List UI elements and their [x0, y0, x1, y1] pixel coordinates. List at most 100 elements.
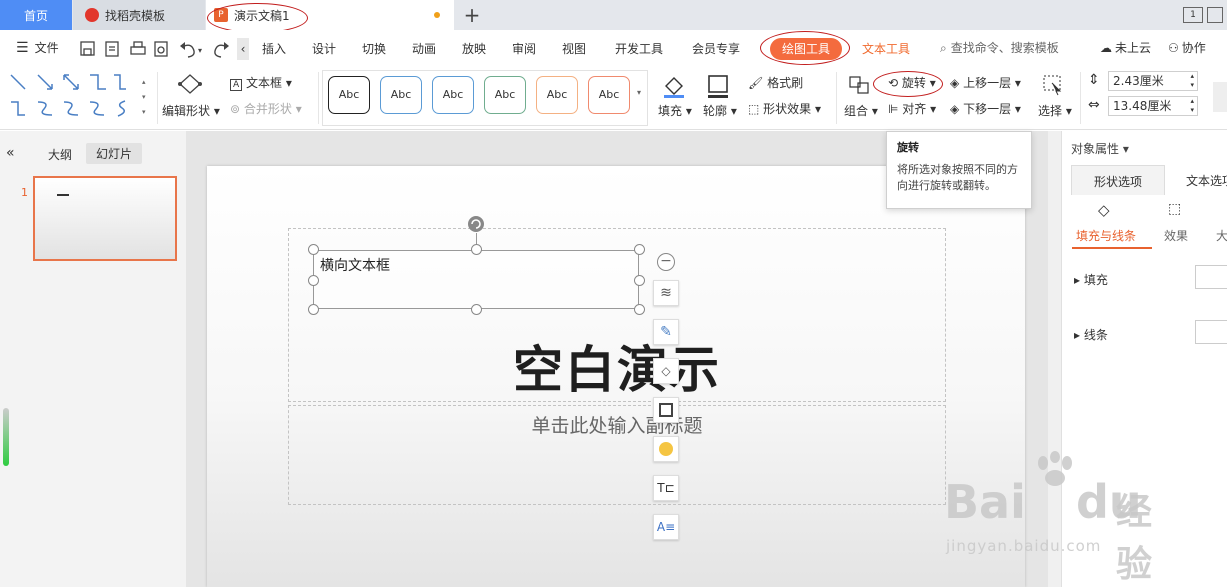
float-brush-button[interactable]: ✎	[653, 319, 679, 345]
textbox-button[interactable]: A 文本框 ▾	[230, 74, 292, 91]
resize-handle-left[interactable]	[308, 275, 319, 286]
zoom-level-bar[interactable]	[3, 408, 9, 466]
style-gallery-more-button[interactable]: ▾	[637, 88, 641, 97]
float-idea-button[interactable]	[653, 436, 679, 462]
shape-style-4[interactable]: Abc	[484, 76, 526, 114]
elbow-connector-icon	[90, 74, 106, 90]
menu-scroll-left-button[interactable]: ‹	[237, 38, 249, 60]
send-backward-icon: ◈	[950, 102, 960, 116]
menu-review[interactable]: 审阅	[512, 30, 536, 66]
select-button[interactable]: 选择 ▾	[1038, 102, 1072, 119]
resize-handle-top[interactable]	[471, 244, 482, 255]
menu-bar: ☰ 文件 ▾ ‹ 插入 设计 切换 动画 放映 审阅 视图 开发工具 会员专享 …	[0, 30, 1227, 66]
resize-handle-bottom[interactable]	[471, 304, 482, 315]
quick-access-toolbar: ▾	[80, 41, 229, 58]
width-icon: ⇔	[1088, 97, 1100, 113]
line-dropdown[interactable]	[1195, 320, 1227, 344]
window-count-icon[interactable]	[1207, 7, 1223, 23]
tab-slides[interactable]: 幻灯片	[86, 143, 143, 164]
shape-width-input[interactable]: 13.48厘米 ▴ ▾	[1108, 96, 1198, 116]
fill-section[interactable]: ▸ 填充	[1074, 271, 1108, 288]
tab-home[interactable]: 首页	[0, 0, 72, 30]
line-section[interactable]: ▸ 线条	[1074, 326, 1108, 343]
menu-developer[interactable]: 开发工具	[615, 30, 663, 66]
collapse-float-toolbar-button[interactable]: −	[657, 253, 675, 271]
line-icon	[10, 74, 26, 90]
tab-shape-options[interactable]: 形状选项	[1071, 165, 1165, 195]
float-outline-button[interactable]	[653, 397, 679, 423]
resize-handle-bottom-left[interactable]	[308, 304, 319, 315]
text-style-icon: A≡	[656, 520, 676, 534]
redo-icon	[214, 44, 226, 58]
tab-outline[interactable]: 大纲	[48, 146, 72, 163]
outline-button[interactable]: 轮廓 ▾	[703, 102, 737, 119]
slide-subtitle[interactable]: 单击此处输入副标题	[288, 411, 946, 438]
new-tab-button[interactable]: +	[460, 0, 484, 30]
edit-shape-label: 编辑形状	[162, 104, 211, 118]
file-menu[interactable]: ☰ 文件	[16, 30, 59, 66]
layers-button[interactable]: ≋	[653, 280, 679, 306]
subtab-effect[interactable]: 效果	[1164, 227, 1188, 244]
menu-slideshow[interactable]: 放映	[462, 30, 486, 66]
shape-style-1[interactable]: Abc	[328, 76, 370, 114]
shape-height-input[interactable]: 2.43厘米 ▴ ▾	[1108, 71, 1198, 91]
menu-design[interactable]: 设计	[312, 30, 336, 66]
menu-member[interactable]: 会员专享	[692, 30, 740, 66]
group-button[interactable]: 组合 ▾	[844, 102, 878, 119]
subtab-size[interactable]: 大	[1216, 227, 1227, 244]
rotate-handle-icon[interactable]	[466, 214, 486, 234]
resize-handle-top-left[interactable]	[308, 244, 319, 255]
resize-handle-top-right[interactable]	[634, 244, 645, 255]
effect-icon: ⬚	[1168, 201, 1182, 217]
bring-forward-button[interactable]: ◈ 上移一层 ▾	[950, 74, 1021, 91]
textbox-content[interactable]: 横向文本框	[320, 255, 390, 275]
menu-text-tools[interactable]: 文本工具	[862, 30, 910, 66]
cloud-status-label: 未上云	[1115, 41, 1152, 55]
send-backward-button[interactable]: ◈ 下移一层 ▾	[950, 100, 1021, 117]
resize-handle-right[interactable]	[634, 275, 645, 286]
float-text-button[interactable]: T⊏	[653, 475, 679, 501]
fill-bucket-icon	[664, 77, 684, 98]
height-icon: ⇕	[1088, 72, 1100, 88]
brush-icon: 🖌	[748, 76, 764, 90]
fill-label: 填充	[658, 104, 683, 118]
command-search-input[interactable]: ⌕ 查找命令、搜索模板	[940, 30, 1059, 66]
layout-label: 1	[1190, 10, 1196, 20]
float-text-style-button[interactable]: A≡	[653, 514, 679, 540]
shape-style-2[interactable]: Abc	[380, 76, 422, 114]
align-button[interactable]: ⊫ 对齐 ▾	[888, 100, 936, 117]
collaborate-button[interactable]: ⚇ 协作	[1168, 30, 1206, 66]
cloud-status[interactable]: ☁ 未上云	[1100, 30, 1151, 66]
print-preview-icon	[154, 41, 168, 57]
menu-view[interactable]: 视图	[562, 30, 586, 66]
float-fill-button[interactable]: ◇	[653, 358, 679, 384]
collapse-panel-icon[interactable]: «	[6, 145, 15, 161]
tab-text-options[interactable]: 文本选项	[1186, 172, 1227, 189]
fill-button[interactable]: 填充 ▾	[658, 102, 692, 119]
selected-textbox[interactable]: 横向文本框	[313, 250, 639, 309]
tab-template[interactable]: 找稻壳模板	[73, 0, 205, 30]
ribbon: ▴ ▾ ▾ 编辑形状 ▾ A 文本框 ▾ ⊚ 合并形状 ▾ Abc Abc Abc …	[0, 66, 1227, 130]
shape-style-3[interactable]: Abc	[432, 76, 474, 114]
textbox-label: 文本框	[246, 76, 283, 90]
edit-shape-button[interactable]: 编辑形状 ▾	[162, 102, 220, 119]
format-painter-button[interactable]: 🖌 格式刷	[748, 74, 803, 91]
tab-template-label: 找稻壳模板	[105, 8, 166, 23]
send-backward-label: 下移一层	[963, 102, 1012, 116]
subtab-fill-line[interactable]: 填充与线条	[1076, 227, 1136, 244]
slide-thumbnail[interactable]	[33, 176, 177, 261]
menu-transition[interactable]: 切换	[362, 30, 386, 66]
layout-icon[interactable]: 1	[1183, 7, 1203, 23]
docer-logo-icon	[85, 8, 99, 22]
fill-dropdown[interactable]	[1195, 265, 1227, 289]
ribbon-scroll-right-button[interactable]	[1213, 82, 1227, 112]
menu-animation[interactable]: 动画	[412, 30, 436, 66]
menu-insert[interactable]: 插入	[262, 30, 286, 66]
shape-effect-button[interactable]: ⬚ 形状效果 ▾	[748, 100, 821, 117]
object-properties-header[interactable]: 对象属性 ▾	[1071, 140, 1129, 157]
connector-gallery[interactable]: ▴ ▾ ▾	[8, 72, 153, 120]
slide-title[interactable]: 空白演示	[288, 330, 946, 402]
shape-style-5[interactable]: Abc	[536, 76, 578, 114]
shape-style-6[interactable]: Abc	[588, 76, 630, 114]
resize-handle-bottom-right[interactable]	[634, 304, 645, 315]
